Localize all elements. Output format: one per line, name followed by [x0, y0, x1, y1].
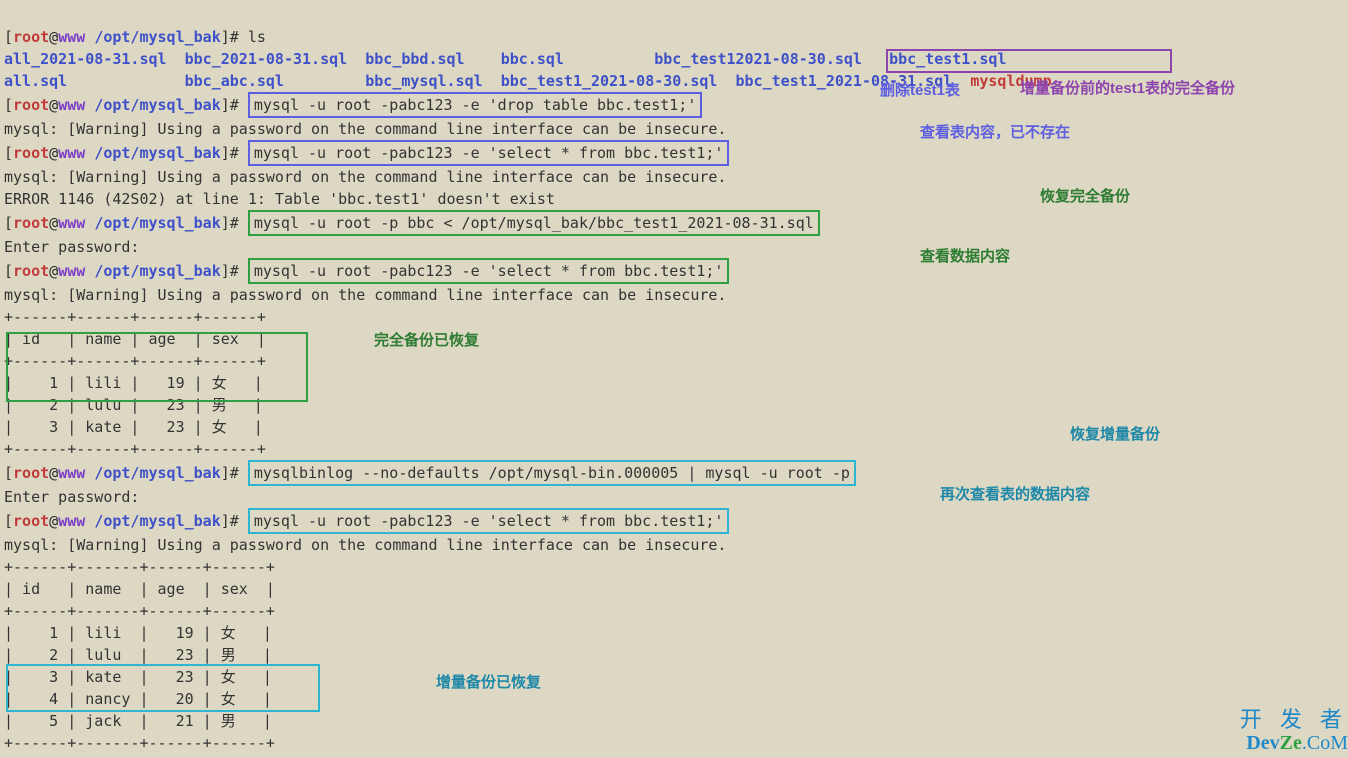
- warning: mysql: [Warning] Using a password on the…: [4, 536, 726, 554]
- table2-hdr: | id | name | age | sex |: [4, 580, 275, 598]
- table1-row: | 1 | lili | 19 | 女 |: [4, 374, 263, 392]
- cmd-select3-box[interactable]: mysql -u root -pabc123 -e 'select * from…: [248, 508, 730, 534]
- error-1146: ERROR 1146 (42S02) at line 1: Table 'bbc…: [4, 190, 555, 208]
- cmd-select1-box[interactable]: mysql -u root -pabc123 -e 'select * from…: [248, 140, 730, 166]
- table2-sep: +------+-------+------+------+: [4, 602, 275, 620]
- warning: mysql: [Warning] Using a password on the…: [4, 168, 726, 186]
- table2-sep: +------+-------+------+------+: [4, 734, 275, 752]
- cmd-ls[interactable]: ls: [248, 28, 266, 46]
- table1-row: | 3 | kate | 23 | 女 |: [4, 418, 263, 436]
- table2-row: | 4 | nancy | 20 | 女 |: [4, 690, 272, 708]
- ann-incr-restored: 增量备份已恢复: [436, 672, 541, 694]
- prompt: [root@www /opt/mysql_bak]#: [4, 96, 239, 114]
- ann-full-backup-before: 增量备份前的test1表的完全备份: [1020, 78, 1235, 100]
- ann-restore-full: 恢复完全备份: [1040, 186, 1130, 208]
- prompt: [root@www /opt/mysql_bak]#: [4, 214, 239, 232]
- table2-row: | 1 | lili | 19 | 女 |: [4, 624, 272, 642]
- prompt: [root@www /opt/mysql_bak]#: [4, 262, 239, 280]
- ls-output-2: all.sql bbc_abc.sql bbc_mysql.sql bbc_te…: [4, 72, 952, 90]
- ann-restore-incr: 恢复增量备份: [1070, 424, 1160, 446]
- ann-view-not-exist: 查看表内容，已不存在: [920, 122, 1070, 144]
- table2-row: | 2 | lulu | 23 | 男 |: [4, 646, 272, 664]
- table1-sep: +------+------+------+------+: [4, 440, 266, 458]
- table2-row: | 3 | kate | 23 | 女 |: [4, 668, 272, 686]
- prompt: [root@www /opt/mysql_bak]#: [4, 512, 239, 530]
- cmd-select2-box[interactable]: mysql -u root -pabc123 -e 'select * from…: [248, 258, 730, 284]
- ann-drop-test1: 删除test1表: [880, 80, 960, 102]
- enter-password[interactable]: Enter password:: [4, 488, 149, 506]
- cmd-binlog-box[interactable]: mysqlbinlog --no-defaults /opt/mysql-bin…: [248, 460, 856, 486]
- table1-hdr: | id | name | age | sex |: [4, 330, 266, 348]
- table1-sep: +------+------+------+------+: [4, 308, 266, 326]
- cmd-restore-full-box[interactable]: mysql -u root -p bbc < /opt/mysql_bak/bb…: [248, 210, 820, 236]
- table1-row: | 2 | lulu | 23 | 男 |: [4, 396, 263, 414]
- ann-full-restored: 完全备份已恢复: [374, 330, 479, 352]
- table1-sep: +------+------+------+------+: [4, 352, 266, 370]
- ann-view-again: 再次查看表的数据内容: [940, 484, 1090, 506]
- ls-output: all_2021-08-31.sql bbc_2021-08-31.sql bb…: [4, 50, 1006, 68]
- warning: mysql: [Warning] Using a password on the…: [4, 120, 726, 138]
- prompt: [root@www /opt/mysql_bak]#: [4, 144, 239, 162]
- warning: mysql: [Warning] Using a password on the…: [4, 286, 726, 304]
- cmd-drop-box[interactable]: mysql -u root -pabc123 -e 'drop table bb…: [248, 92, 703, 118]
- prompt: [root@www /opt/mysql_bak]#: [4, 28, 239, 46]
- table2-row: | 5 | jack | 21 | 男 |: [4, 712, 272, 730]
- enter-password[interactable]: Enter password:: [4, 238, 149, 256]
- terminal: [root@www /opt/mysql_bak]# ls all_2021-0…: [4, 4, 1348, 754]
- watermark: 开 发 者 DevZe.CoM: [1240, 708, 1348, 754]
- ann-view-data: 查看数据内容: [920, 246, 1010, 268]
- prompt: [root@www /opt/mysql_bak]#: [4, 464, 239, 482]
- table2-sep: +------+-------+------+------+: [4, 558, 275, 576]
